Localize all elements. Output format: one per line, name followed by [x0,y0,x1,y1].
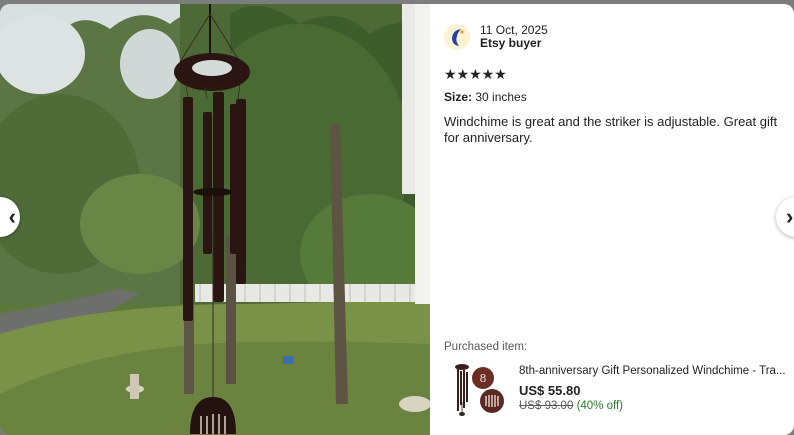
svg-text:8: 8 [480,372,487,385]
size-value: 30 inches [475,90,527,104]
variation-size: Size: 30 inches [444,90,527,104]
reviewer-avatar [444,24,470,50]
chevron-left-icon: ‹ [8,204,16,229]
review-text: Windchime is great and the striker is ad… [444,114,778,145]
avatar-logo-icon [452,29,464,46]
windchime-product-image: 8 [450,362,506,418]
star-rating: ★★★★★ [444,67,507,83]
size-label: Size: [444,90,473,104]
purchased-item-label: Purchased item: [444,341,528,353]
purchased-item-thumbnail[interactable]: 8 [450,362,506,418]
purchased-item-original-price: US$ 93.00 (40% off) [519,400,623,412]
review-photo-modal: 11 Oct, 2025 Etsy buyer ★★★★★ Size: 30 i… [0,0,794,435]
purchased-item-price: US$ 55.80 [519,383,581,398]
original-price: US$ 93.00 [519,400,574,412]
purchased-item-title[interactable]: 8th-anniversary Gift Personalized Windch… [519,365,789,377]
review-date: 11 Oct, 2025 [480,23,548,37]
discount-badge: (40% off) [576,400,624,412]
chevron-right-icon: › [786,204,794,229]
review-photo [0,4,430,435]
review-details-panel: 11 Oct, 2025 Etsy buyer ★★★★★ Size: 30 i… [430,4,794,435]
reviewer-name: Etsy buyer [480,36,542,50]
windchime-yard-photo [0,4,430,435]
